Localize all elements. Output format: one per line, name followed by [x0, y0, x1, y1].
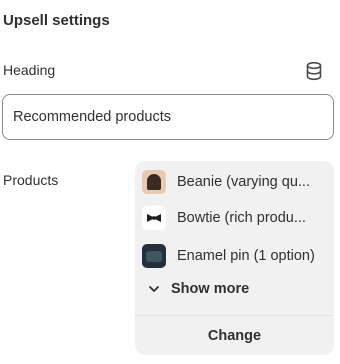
product-name: Enamel pin (1 option)	[177, 248, 315, 264]
show-more-button[interactable]: Show more	[147, 281, 249, 297]
heading-input[interactable]: Recommended products	[2, 94, 334, 140]
product-item[interactable]: Enamel pin (1 option)	[142, 242, 330, 270]
heading-label: Heading	[3, 62, 56, 78]
product-item[interactable]: Beanie (varying qu...	[142, 168, 330, 196]
bowtie-thumbnail	[142, 206, 166, 230]
show-more-label: Show more	[171, 281, 250, 297]
beanie-thumbnail	[142, 170, 166, 194]
heading-row: Heading	[3, 61, 333, 81]
database-icon[interactable]	[305, 61, 323, 81]
product-name: Bowtie (rich produ...	[177, 210, 306, 226]
enamel-pin-thumbnail	[142, 244, 166, 268]
product-item[interactable]: Bowtie (rich produ...	[142, 204, 330, 232]
products-panel: Beanie (varying qu... Bowtie (rich produ…	[135, 161, 334, 355]
change-button[interactable]: Change	[135, 316, 334, 355]
product-name: Beanie (varying qu...	[177, 174, 310, 190]
chevron-down-icon	[149, 286, 159, 292]
section-title: Upsell settings	[3, 12, 110, 29]
products-label: Products	[3, 172, 59, 188]
